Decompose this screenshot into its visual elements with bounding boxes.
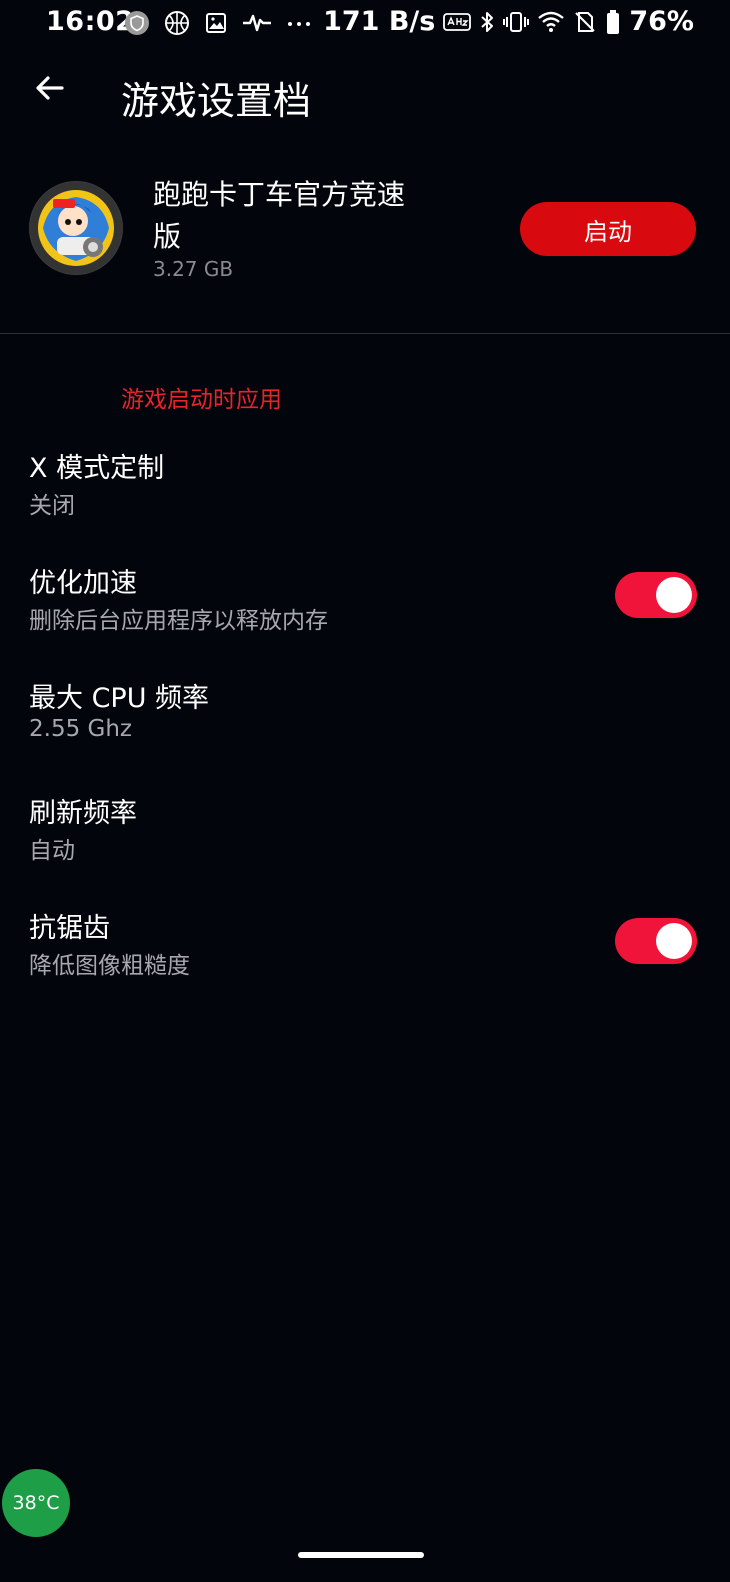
setting-title: 最大 CPU 频率 — [29, 683, 210, 714]
setting-subtitle: 降低图像粗糙度 — [29, 953, 190, 979]
back-arrow-icon — [34, 72, 66, 104]
setting-subtitle: 删除后台应用程序以释放内存 — [29, 608, 328, 634]
toggle-knob — [656, 577, 692, 613]
app-icon — [29, 181, 123, 275]
status-bar: 16:02 171 B/s 76% — [0, 0, 730, 50]
battery-percent: 76% — [629, 6, 694, 37]
temperature-badge[interactable]: 38°C — [2, 1469, 70, 1537]
setting-subtitle: 关闭 — [29, 493, 75, 519]
anti-aliasing-toggle[interactable] — [615, 918, 697, 964]
setting-subtitle: 2.55 Ghz — [29, 716, 132, 742]
page-title: 游戏设置档 — [121, 79, 312, 123]
status-time: 16:02 — [46, 6, 135, 37]
activity-wave-icon — [242, 11, 272, 35]
basketball-icon — [164, 10, 190, 36]
back-button[interactable] — [28, 66, 72, 110]
network-speed: 171 B/s — [323, 6, 436, 37]
battery-icon — [605, 9, 621, 35]
home-indicator[interactable] — [298, 1552, 424, 1558]
divider — [0, 333, 730, 334]
app-size: 3.27 GB — [153, 257, 234, 281]
setting-title: 抗锯齿 — [29, 913, 110, 944]
section-header: 游戏启动时应用 — [121, 387, 282, 413]
auto-hz-icon — [443, 11, 472, 33]
optimize-boost-toggle[interactable] — [615, 572, 697, 618]
image-icon — [204, 11, 228, 35]
vibrate-icon — [503, 10, 530, 34]
setting-title: 优化加速 — [29, 568, 137, 599]
app-name: 跑跑卡丁车官方竞速版 — [153, 178, 406, 253]
status-left-icons — [124, 10, 312, 36]
setting-title: X 模式定制 — [29, 453, 165, 484]
no-sim-icon — [573, 10, 597, 34]
shield-badge-icon — [124, 10, 150, 36]
status-right: 171 B/s 76% — [323, 6, 694, 37]
setting-subtitle: 自动 — [29, 838, 75, 864]
bluetooth-icon — [479, 10, 495, 34]
toggle-knob — [656, 923, 692, 959]
setting-title: 刷新频率 — [29, 798, 137, 829]
more-dots-icon — [286, 11, 312, 35]
wifi-icon — [537, 10, 565, 34]
launch-button[interactable]: 启动 — [520, 202, 696, 256]
